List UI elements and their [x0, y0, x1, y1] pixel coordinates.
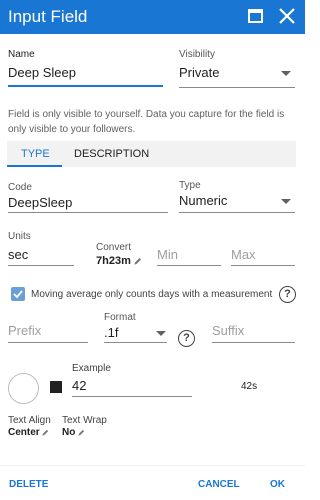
- type-select[interactable]: Numeric: [179, 193, 227, 208]
- example-label: Example: [72, 363, 111, 374]
- example-input[interactable]: 42: [72, 378, 86, 393]
- check-icon: [13, 290, 23, 299]
- pencil-icon: [134, 258, 141, 265]
- text-wrap-value[interactable]: No: [62, 427, 85, 438]
- convert-label: Convert: [96, 242, 132, 253]
- units-input[interactable]: sec: [8, 247, 28, 262]
- pencil-icon: [42, 429, 49, 436]
- dialog-title: Input Field: [8, 7, 88, 26]
- tab-type[interactable]: TYPE: [21, 148, 50, 160]
- text-align-value-text: Center: [8, 427, 40, 438]
- text-align-value[interactable]: Center: [8, 427, 49, 438]
- footer-divider: [0, 465, 305, 466]
- cancel-button[interactable]: CANCEL: [198, 479, 240, 490]
- units-label: Units: [8, 231, 31, 242]
- format-underline: [104, 342, 167, 343]
- code-input[interactable]: DeepSleep: [8, 195, 72, 210]
- code-underline: [8, 212, 168, 213]
- format-label: Format: [104, 312, 136, 323]
- type-label: Type: [179, 180, 201, 191]
- prefix-input[interactable]: Prefix: [8, 323, 41, 338]
- visibility-dropdown-icon[interactable]: [281, 71, 291, 76]
- color-picker-circle[interactable]: [8, 373, 39, 404]
- title-bar: Input Field: [0, 0, 305, 34]
- type-underline: [179, 212, 295, 213]
- suffix-input[interactable]: Suffix: [212, 323, 244, 338]
- pencil-icon: [78, 429, 85, 436]
- delete-button[interactable]: DELETE: [9, 479, 48, 490]
- code-label: Code: [8, 182, 32, 193]
- example-output: 42s: [241, 381, 258, 392]
- tab-description[interactable]: DESCRIPTION: [74, 148, 149, 160]
- min-underline: [157, 265, 221, 266]
- format-dropdown-icon[interactable]: [156, 331, 166, 336]
- text-wrap-label: Text Wrap: [62, 415, 107, 426]
- visibility-label: Visibility: [179, 49, 215, 60]
- moving-average-checkbox[interactable]: [11, 287, 25, 301]
- max-underline: [231, 265, 295, 266]
- visibility-select[interactable]: Private: [179, 65, 219, 80]
- format-select[interactable]: .1f: [104, 325, 118, 340]
- max-input[interactable]: Max: [231, 247, 256, 262]
- maximize-icon[interactable]: [248, 9, 263, 23]
- prefix-underline: [8, 342, 88, 343]
- close-icon[interactable]: [276, 5, 298, 27]
- text-color-swatch[interactable]: [50, 381, 62, 393]
- min-input[interactable]: Min: [157, 247, 178, 262]
- convert-value-text: 7h23m: [96, 255, 131, 267]
- text-align-label: Text Align: [8, 415, 51, 426]
- name-input[interactable]: Deep Sleep: [8, 65, 76, 80]
- visibility-underline: [179, 87, 295, 88]
- units-underline: [8, 265, 74, 266]
- active-tab-indicator: [7, 165, 62, 167]
- visibility-note: Field is only visible to yourself. Data …: [8, 109, 285, 135]
- text-wrap-value-text: No: [62, 427, 76, 438]
- moving-average-label: Moving average only counts days with a m…: [31, 289, 273, 300]
- example-underline: [72, 396, 192, 397]
- ok-button[interactable]: OK: [270, 479, 285, 490]
- suffix-underline: [212, 342, 295, 343]
- name-underline: [8, 85, 163, 87]
- format-help-icon[interactable]: ?: [178, 330, 195, 347]
- tab-bar: TYPE DESCRIPTION: [7, 141, 296, 167]
- name-label: Name: [8, 49, 35, 60]
- convert-value[interactable]: 7h23m: [96, 255, 142, 267]
- help-icon[interactable]: ?: [279, 286, 296, 303]
- type-dropdown-icon[interactable]: [281, 199, 291, 204]
